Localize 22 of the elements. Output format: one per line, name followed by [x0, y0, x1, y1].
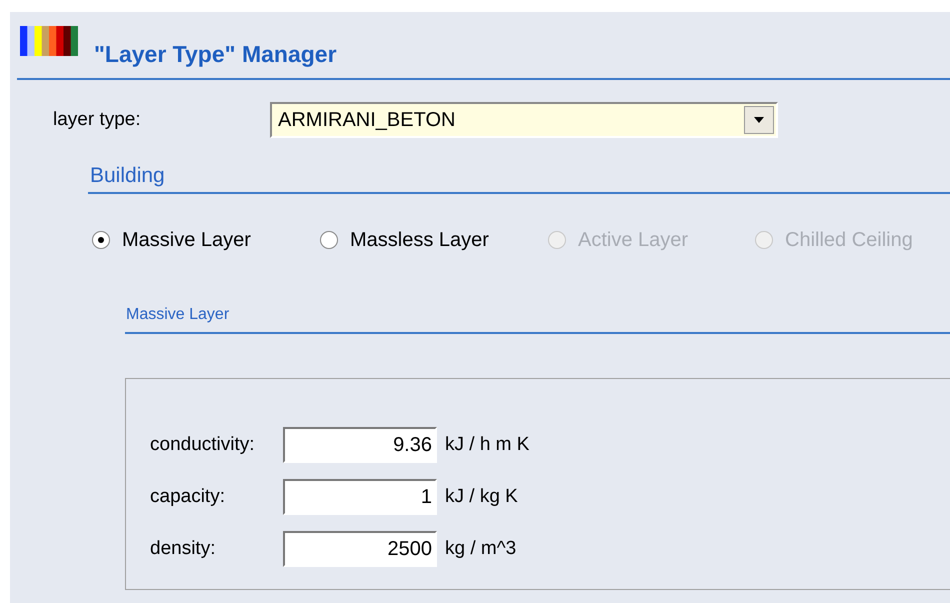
input-field[interactable]: 1 [283, 479, 437, 515]
layer-type-dropdown[interactable]: ARMIRANI_BETON [270, 102, 778, 138]
layer-type-label: layer type: [52, 109, 142, 131]
radio-button[interactable] [92, 231, 110, 249]
radio-button[interactable] [320, 231, 338, 249]
caret-icon [754, 117, 764, 123]
property-label: conductivity: [149, 434, 256, 456]
input-field[interactable]: 2500 [283, 531, 437, 567]
property-label: capacity: [149, 486, 226, 508]
unit-label: kJ / h m K [445, 434, 530, 456]
radio-label: Massless Layer [350, 228, 489, 252]
subsection-heading: Massive Layer [125, 306, 230, 324]
unit-label: kg / m^3 [445, 538, 516, 560]
radio-label: Active Layer [578, 228, 688, 252]
unit-label: kJ / kg K [445, 486, 518, 508]
property-label: density: [149, 538, 216, 560]
color-bars-icon [20, 26, 78, 56]
section-heading: Building [89, 164, 166, 188]
radio-label: Chilled Ceiling [785, 228, 913, 252]
radio-label: Massive Layer [122, 228, 251, 252]
input-field[interactable]: 9.36 [283, 427, 437, 463]
window-title: "Layer Type" Manager [94, 41, 337, 68]
